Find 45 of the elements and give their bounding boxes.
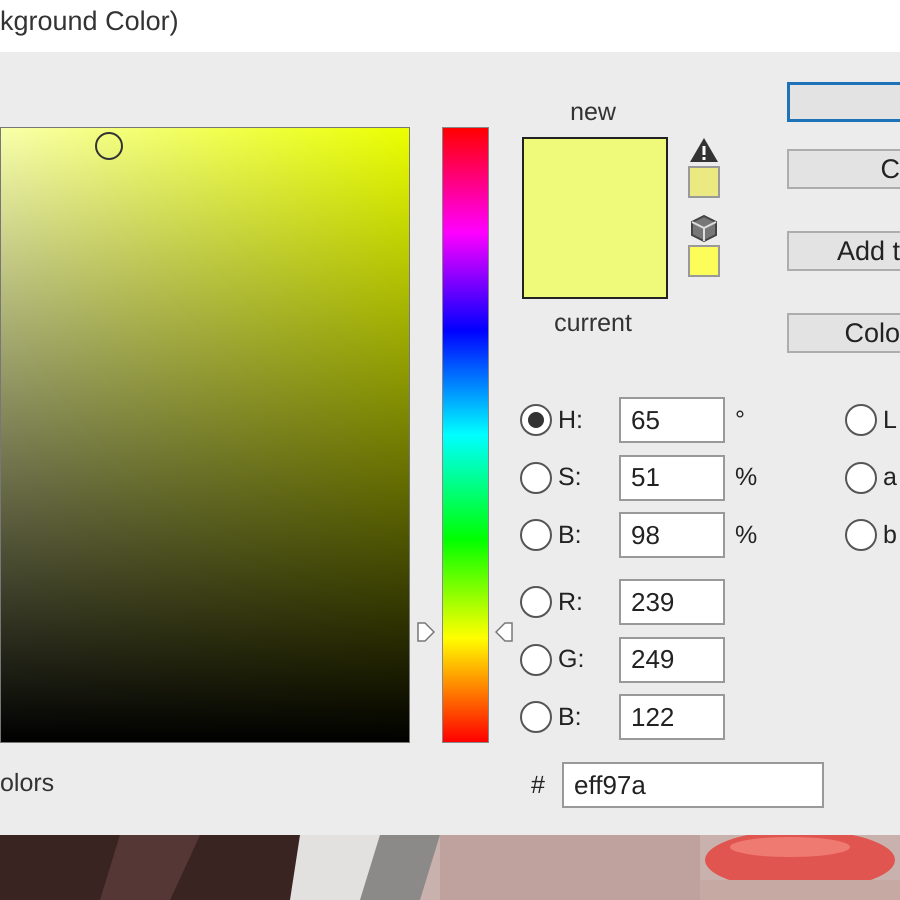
only-web-colors-label: olors [0,769,56,798]
radio-button[interactable] [845,404,877,436]
field-label: b [883,520,897,550]
hue-slider-thumb[interactable] [417,622,513,642]
value-field[interactable]: 122 [619,694,725,740]
radio-button[interactable] [520,644,552,676]
unit-label: % [735,463,758,492]
warning-icon [689,137,719,163]
field-label: a [883,463,897,492]
value-field[interactable]: 98 [619,512,725,558]
picker-marker[interactable] [95,132,123,160]
radio-button[interactable] [845,462,877,494]
new-label: new [569,97,617,128]
dialog-button[interactable] [787,82,900,122]
cube-icon [690,214,718,242]
field-label: H: [558,406,584,434]
current-label: current [553,308,633,339]
unit-label: % [735,520,758,550]
value-field[interactable]: 65 [619,397,725,443]
field-label: L [883,406,897,434]
value-field[interactable]: 239 [619,579,725,625]
hex-field[interactable]: eff97a [562,762,824,808]
color-field[interactable] [0,127,410,743]
radio-button[interactable] [520,404,552,436]
field-label: G: [558,645,586,674]
alert-swatch[interactable] [688,245,720,277]
dialog-button[interactable]: C [787,149,900,189]
hue-slider[interactable] [417,127,513,743]
value-field[interactable]: 249 [619,636,725,682]
radio-button[interactable] [520,586,552,618]
dialog-button[interactable]: Colo [787,313,900,353]
field-label: R: [558,588,584,616]
radio-button[interactable] [845,519,877,551]
radio-button[interactable] [520,519,552,551]
value-field[interactable]: 51 [619,454,725,500]
radio-button[interactable] [520,701,552,733]
field-label: S: [558,463,583,492]
hex-label: # [531,770,546,800]
alert-swatch[interactable] [688,166,720,198]
field-label: B: [558,702,583,732]
dialog-button[interactable]: Add t [787,231,900,271]
unit-label: ° [735,406,745,434]
field-label: B: [558,520,583,550]
window-title: kground Color) [0,6,179,36]
radio-button[interactable] [520,462,552,494]
